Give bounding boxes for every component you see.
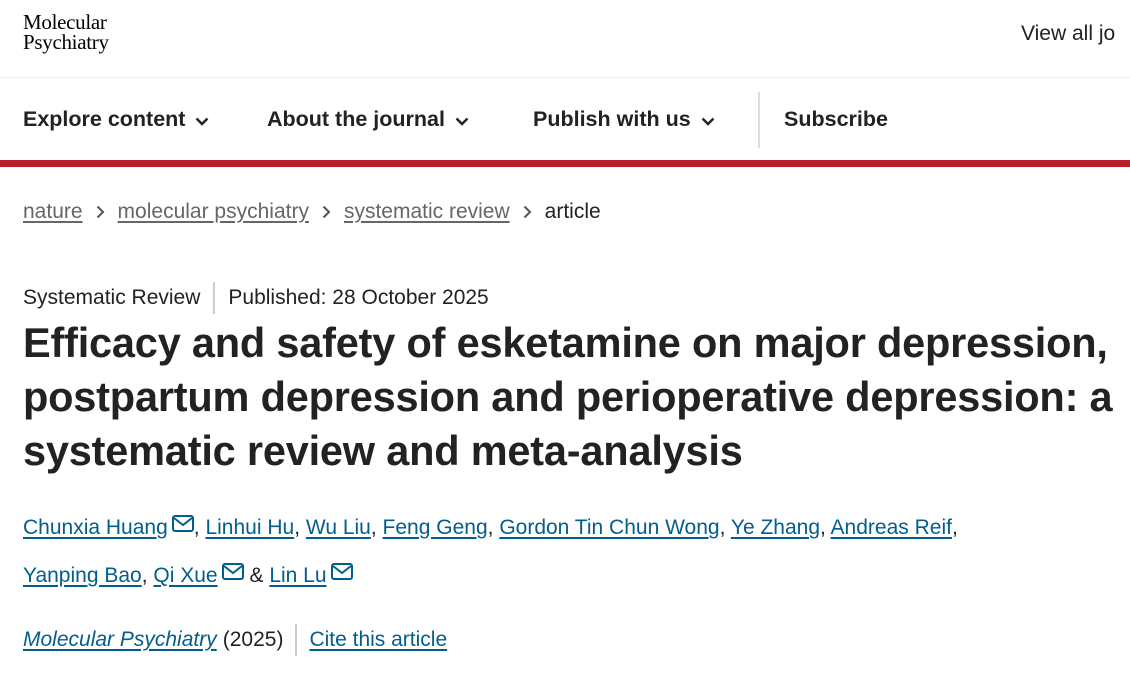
- logo-line-2: Psychiatry: [23, 30, 109, 54]
- author-separator: ,: [294, 516, 301, 539]
- author-link[interactable]: Wu Liu: [306, 516, 371, 539]
- author-ampersand: &: [249, 564, 264, 587]
- author-link[interactable]: Qi Xue: [153, 564, 217, 587]
- breadcrumb-article: article: [544, 200, 601, 223]
- author-link[interactable]: Feng Geng: [383, 516, 488, 539]
- author-link[interactable]: Lin Lu: [269, 564, 326, 587]
- breadcrumb-systematic-review[interactable]: systematic review: [344, 200, 510, 224]
- author-link[interactable]: Linhui Hu: [205, 516, 294, 539]
- author-separator: ,: [951, 516, 958, 539]
- site-header: Molecular Psychiatry View all jo: [0, 0, 1130, 78]
- nav-explore-content[interactable]: Explore content: [23, 78, 209, 160]
- article-meta: Systematic Review Published: 28 October …: [23, 282, 489, 314]
- author-separator: ,: [370, 516, 377, 539]
- accent-bar: [0, 160, 1130, 167]
- chevron-down-icon: [455, 107, 469, 132]
- nav-about-label: About the journal: [267, 106, 445, 131]
- nav-publish-label: Publish with us: [533, 106, 691, 131]
- breadcrumb-nature[interactable]: nature: [23, 200, 83, 224]
- chevron-right-icon: [322, 205, 331, 219]
- nav-explore-label: Explore content: [23, 106, 186, 131]
- chevron-down-icon: [701, 107, 715, 132]
- citation-year: (2025): [222, 628, 284, 651]
- published-date: Published: 28 October 2025: [228, 286, 489, 309]
- article-title: Efficacy and safety of esketamine on maj…: [23, 319, 1113, 474]
- meta-divider: [213, 282, 216, 314]
- chevron-right-icon: [96, 205, 105, 219]
- author-link[interactable]: Ye Zhang: [731, 516, 820, 539]
- breadcrumb: nature molecular psychiatry systematic r…: [23, 200, 601, 224]
- author-separator: ,: [820, 516, 826, 539]
- author-separator: ,: [719, 516, 726, 539]
- logo-line-1: Molecular: [23, 10, 107, 34]
- author-link[interactable]: Andreas Reif: [831, 516, 952, 539]
- author-separator: ,: [141, 564, 148, 587]
- cite-this-article-link[interactable]: Cite this article: [309, 628, 447, 652]
- author-link[interactable]: Chunxia Huang: [23, 516, 168, 539]
- author-list: Chunxia Huang, Linhui Hu, Wu Liu, Feng G…: [23, 503, 1123, 599]
- citation-line: Molecular Psychiatry (2025) Cite this ar…: [23, 624, 447, 656]
- journal-logo[interactable]: Molecular Psychiatry: [23, 10, 109, 54]
- author-separator: ,: [193, 516, 200, 539]
- view-all-journals-link[interactable]: View all jo: [1021, 22, 1115, 46]
- journal-link[interactable]: Molecular Psychiatry: [23, 628, 217, 652]
- author-link[interactable]: Yanping Bao: [23, 564, 142, 587]
- breadcrumb-molecular-psychiatry[interactable]: molecular psychiatry: [118, 200, 309, 224]
- nav-subscribe[interactable]: Subscribe: [784, 78, 888, 160]
- citation-divider: [295, 624, 298, 656]
- author-link[interactable]: Gordon Tin Chun Wong: [499, 516, 719, 539]
- nav-publish-with-us[interactable]: Publish with us: [533, 78, 715, 160]
- envelope-icon[interactable]: [171, 503, 194, 549]
- nav-about-journal[interactable]: About the journal: [267, 78, 469, 160]
- article-type: Systematic Review: [23, 286, 201, 309]
- envelope-icon[interactable]: [221, 551, 244, 597]
- author-separator: ,: [487, 516, 494, 539]
- nav-divider: [758, 92, 760, 148]
- chevron-down-icon: [195, 107, 209, 132]
- envelope-icon[interactable]: [330, 551, 353, 597]
- main-nav: Explore content About the journal Publis…: [0, 78, 1130, 160]
- chevron-right-icon: [523, 205, 532, 219]
